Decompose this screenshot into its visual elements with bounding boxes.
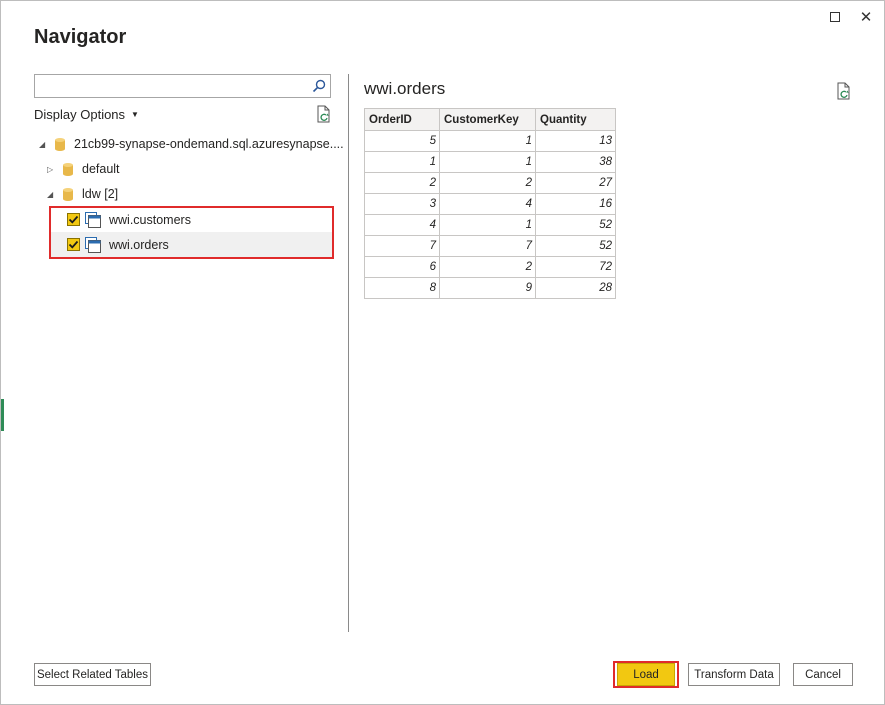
table-cell: 27 [535,172,616,194]
tree-item-label: default [82,162,120,176]
table-item-label: wwi.orders [109,237,169,252]
table-row: 7 7 52 [364,235,616,257]
preview-table: OrderID CustomerKey Quantity 5 1 13 1 1 38 2… [364,108,616,299]
table-header-row: OrderID CustomerKey Quantity [364,108,616,131]
column-header[interactable]: Quantity [535,108,616,131]
search-box[interactable] [34,74,331,98]
table-icon [85,236,101,253]
table-row: 2 2 27 [364,172,616,194]
tree-item-label: 21cb99-synapse-ondemand.sql.azuresynapse… [74,137,344,151]
expanded-triangle-icon[interactable]: ◢ [47,190,57,199]
table-cell: 16 [535,193,616,215]
tree-item-server[interactable]: ◢ 21cb99-synapse-ondemand.sql.azuresynap… [39,133,344,155]
tree-item-default[interactable]: ▷ default [47,158,120,180]
table-item-label: wwi.customers [109,212,191,227]
table-cell: 2 [364,172,440,194]
table-cell: 6 [364,256,440,278]
checkmark-icon [68,215,79,224]
table-cell: 1 [439,130,536,152]
table-row: 5 1 13 [364,130,616,152]
table-row: 8 9 28 [364,277,616,299]
load-button[interactable]: Load [617,663,675,686]
preview-refresh-icon[interactable] [836,82,852,100]
maximize-button[interactable] [825,7,845,27]
transform-data-button[interactable]: Transform Data [688,663,780,686]
table-cell: 13 [535,130,616,152]
display-options-dropdown[interactable]: Display Options ▼ [34,107,139,122]
table-cell: 28 [535,277,616,299]
table-cell: 8 [364,277,440,299]
column-header[interactable]: OrderID [364,108,440,131]
table-icon [85,211,101,228]
table-row: 1 1 38 [364,151,616,173]
table-cell: 1 [439,214,536,236]
table-cell: 72 [535,256,616,278]
checkbox-checked[interactable] [67,213,80,226]
close-button[interactable]: ✕ [856,7,876,27]
table-cell: 1 [439,151,536,173]
dialog-title: Navigator [34,26,127,48]
column-header[interactable]: CustomerKey [439,108,536,131]
cancel-button[interactable]: Cancel [793,663,853,686]
database-icon [63,162,73,176]
pane-divider[interactable] [348,74,349,632]
close-icon: ✕ [859,9,873,26]
table-cell: 9 [439,277,536,299]
table-item-wwi-orders[interactable]: wwi.orders [51,232,332,257]
table-cell: 4 [439,193,536,215]
table-cell: 52 [535,214,616,236]
select-related-tables-button[interactable]: Select Related Tables [34,663,151,686]
preview-title: wwi.orders [364,79,446,98]
expanded-triangle-icon[interactable]: ◢ [39,140,49,149]
refresh-icon[interactable] [316,105,332,123]
table-cell: 38 [535,151,616,173]
table-row: 6 2 72 [364,256,616,278]
search-input[interactable] [39,77,309,95]
table-cell: 2 [439,172,536,194]
collapsed-triangle-icon[interactable]: ▷ [47,165,57,174]
table-row: 4 1 52 [364,214,616,236]
table-cell: 2 [439,256,536,278]
table-item-wwi-customers[interactable]: wwi.customers [51,207,332,232]
table-cell: 5 [364,130,440,152]
tree-item-label: ldw [2] [82,187,119,201]
table-cell: 52 [535,235,616,257]
table-cell: 7 [364,235,440,257]
search-icon[interactable] [312,79,326,93]
table-cell: 4 [364,214,440,236]
chevron-down-icon: ▼ [131,110,139,119]
navigator-dialog: Navigator ✕ Display Options ▼ ◢ 21cb99-sy… [0,0,885,705]
checkbox-checked[interactable] [67,238,80,251]
table-cell: 1 [364,151,440,173]
display-options-label: Display Options [34,107,126,122]
table-row: 3 4 16 [364,193,616,215]
checkmark-icon [68,240,79,249]
maximize-icon [830,12,840,22]
table-cell: 7 [439,235,536,257]
tree-item-ldw[interactable]: ◢ ldw [2] [47,183,118,205]
database-icon [55,137,65,151]
table-cell: 3 [364,193,440,215]
background-edge-strip [1,399,4,431]
database-icon [63,187,73,201]
